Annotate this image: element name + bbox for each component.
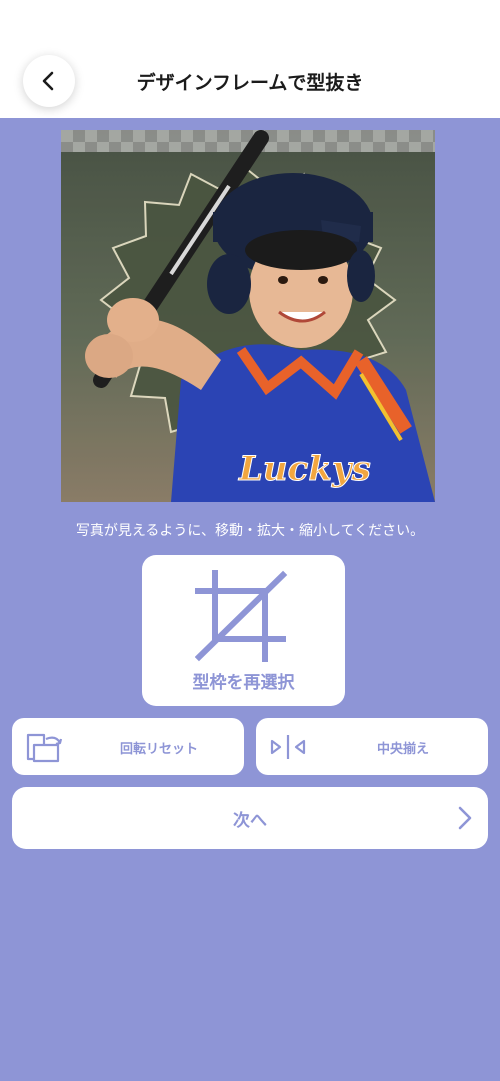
chevron-right-icon <box>458 806 472 830</box>
center-align-button[interactable]: 中央揃え <box>256 718 488 775</box>
header-bar: デザインフレームで型抜き <box>0 0 500 118</box>
reset-rotation-button[interactable]: 回転リセット <box>12 718 244 775</box>
center-align-icon <box>270 735 306 759</box>
jersey-text: Luckys <box>238 449 371 489</box>
boy-batter-photo: Luckys <box>61 130 435 502</box>
instruction-text: 写真が見えるように、移動・拡大・縮小してください。 <box>75 523 425 539</box>
page-title: デザインフレームで型抜き <box>136 72 364 94</box>
reselect-frame-button[interactable]: 型枠を再選択 <box>142 555 345 706</box>
next-button[interactable]: 次へ <box>12 787 488 849</box>
center-align-label: 中央揃え <box>376 742 429 757</box>
reset-rotation-label: 回転リセット <box>119 742 198 757</box>
reselect-frame-label: 型枠を再選択 <box>192 673 295 693</box>
photo-canvas[interactable]: Luckys <box>61 130 435 502</box>
next-label: 次へ <box>233 811 267 831</box>
rotate-reset-icon <box>26 733 63 763</box>
crop-icon <box>195 570 288 662</box>
